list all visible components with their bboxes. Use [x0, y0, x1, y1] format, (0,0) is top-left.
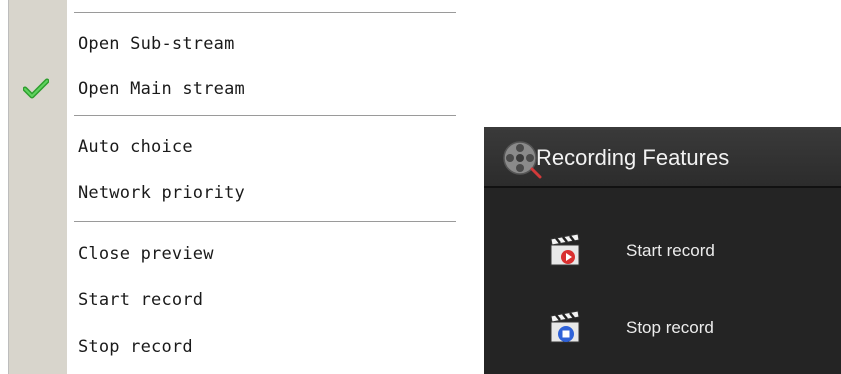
menu-item-open-sub-stream[interactable]: Open Sub-stream [9, 21, 459, 67]
menu-item-label: Auto choice [78, 137, 193, 157]
menu-item-label: Network priority [78, 183, 245, 203]
panel-header: Recording Features [484, 127, 841, 188]
menu-item-close-preview[interactable]: Close preview [9, 231, 459, 277]
clapperboard-stop-icon [548, 308, 582, 346]
start-record-button[interactable]: Start record [484, 221, 841, 281]
menu-item-label: Stop record [78, 337, 193, 357]
menu-separator [74, 12, 456, 14]
menu-item-network-priority[interactable]: Network priority [9, 170, 459, 216]
start-record-label: Start record [626, 241, 715, 260]
panel-title: Recording Features [536, 145, 730, 170]
menu-item-label: Close preview [78, 244, 214, 264]
recording-features-panel: Recording Features Start record Stop rec [484, 127, 841, 374]
menu-item-open-main-stream[interactable]: Open Main stream [9, 66, 459, 112]
menu-item-label: Start record [78, 290, 204, 310]
context-menu: Open Sub-stream Open Main stream Auto ch… [0, 0, 462, 374]
menu-item-label: Open Main stream [78, 79, 245, 99]
clapperboard-record-icon [548, 231, 582, 269]
menu-item-start-record[interactable]: Start record [9, 277, 459, 323]
menu-separator [74, 115, 456, 117]
menu-item-stop-record[interactable]: Stop record [9, 324, 459, 370]
stop-record-button[interactable]: Stop record [484, 298, 841, 358]
menu-item-label: Open Sub-stream [78, 34, 235, 54]
green-checkmark-icon [22, 77, 50, 101]
menu-item-auto-choice[interactable]: Auto choice [9, 124, 459, 170]
menu-separator [74, 221, 456, 223]
stop-record-label: Stop record [626, 318, 714, 337]
